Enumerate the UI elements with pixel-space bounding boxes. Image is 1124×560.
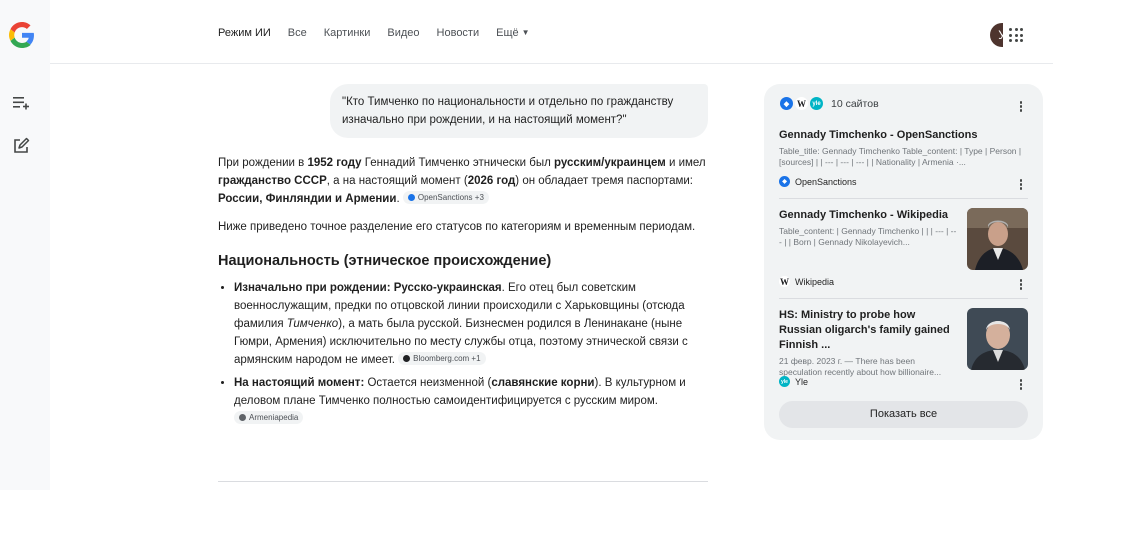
sources-count: 10 сайтов: [831, 97, 879, 110]
divider: [779, 198, 1028, 199]
opensanctions-icon: [407, 194, 415, 201]
tab-all[interactable]: Все: [288, 27, 307, 39]
bloomberg-icon: [403, 355, 411, 362]
answer-paragraph-2: Ниже приведено точное разделение его ста…: [218, 221, 696, 233]
more-options-icon[interactable]: [1019, 279, 1023, 291]
avatar-clip: У: [990, 20, 1003, 50]
source-thumbnail[interactable]: [967, 308, 1028, 370]
answer-paragraph-1: При рождении в 1952 году Геннадий Тимчен…: [218, 157, 706, 205]
source-card-wikipedia[interactable]: Gennady Timchenko - Wikipedia Table_cont…: [779, 208, 959, 248]
tab-ai-mode[interactable]: Режим ИИ: [218, 27, 271, 39]
top-bar: Режим ИИ Все Картинки Видео Новости Ещё ▼: [50, 0, 1053, 64]
source-title: Gennady Timchenko - Wikipedia: [779, 209, 949, 221]
caret-down-icon: ▼: [521, 28, 530, 37]
source-site-opensanctions[interactable]: ◆ OpenSanctions: [779, 176, 857, 187]
source-site-wikipedia[interactable]: W Wikipedia: [779, 276, 834, 287]
wikipedia-icon: W: [795, 97, 808, 110]
tab-video[interactable]: Видео: [387, 27, 419, 39]
wikipedia-icon: W: [779, 276, 790, 287]
armeniapedia-icon: [239, 414, 246, 421]
tab-more-label: Ещё: [496, 27, 519, 39]
apps-grid-icon[interactable]: [1009, 28, 1023, 42]
citation-chip-opensanctions[interactable]: OpenSanctions +3: [402, 191, 489, 204]
sources-panel: ◆ W yle 10 сайтов Gennady Timchenko - Op…: [764, 84, 1043, 440]
citation-chip-armeniapedia[interactable]: Armeniapedia: [234, 411, 304, 424]
ai-answer: При рождении в 1952 году Геннадий Тимчен…: [218, 154, 708, 433]
list-item: Изначально при рождении: Русско-украинск…: [234, 279, 708, 369]
tab-news[interactable]: Новости: [437, 27, 480, 39]
source-thumbnail[interactable]: [967, 208, 1028, 270]
citation-chip-bloomberg[interactable]: Bloomberg.com +1: [398, 352, 486, 365]
more-options-icon[interactable]: [1019, 179, 1023, 191]
tab-images[interactable]: Картинки: [324, 27, 371, 39]
yle-icon: yle: [810, 97, 823, 110]
section-heading: Национальность (этническое происхождение…: [218, 253, 552, 269]
edit-icon[interactable]: [12, 137, 30, 155]
left-rail: [0, 0, 50, 490]
history-list-icon[interactable]: [12, 94, 30, 112]
source-site-yle[interactable]: yle Yle: [779, 376, 808, 387]
source-card-yle[interactable]: HS: Ministry to probe how Russian oligar…: [779, 308, 959, 378]
opensanctions-icon: ◆: [779, 176, 790, 187]
search-tabs: Режим ИИ Все Картинки Видео Новости Ещё ▼: [218, 27, 547, 39]
more-options-icon[interactable]: [1019, 379, 1023, 391]
source-snippet: Table_title: Gennady Timchenko Table_con…: [779, 146, 1022, 167]
source-title: Gennady Timchenko - OpenSanctions: [779, 129, 978, 141]
divider: [779, 298, 1028, 299]
google-logo[interactable]: [9, 22, 35, 48]
source-snippet: 21 февр. 2023 г. — There has been specul…: [779, 356, 942, 377]
source-card-opensanctions[interactable]: Gennady Timchenko - OpenSanctions Table_…: [779, 128, 1028, 168]
tab-more[interactable]: Ещё ▼: [496, 27, 529, 39]
answer-bullet-list: Изначально при рождении: Русско-украинск…: [218, 279, 708, 428]
source-title: HS: Ministry to probe how Russian oligar…: [779, 309, 950, 351]
divider: [218, 481, 708, 482]
avatar[interactable]: У: [990, 23, 1003, 47]
user-query-bubble: "Кто Тимченко по национальности и отдель…: [330, 84, 708, 138]
show-all-button[interactable]: Показать все: [779, 401, 1028, 428]
opensanctions-icon: ◆: [780, 97, 793, 110]
more-options-icon[interactable]: [1019, 101, 1023, 113]
source-snippet: Table_content: | Gennady Timchenko | | |…: [779, 226, 957, 247]
list-item: На настоящий момент: Остается неизменной…: [234, 374, 708, 428]
yle-icon: yle: [779, 376, 790, 387]
sources-header[interactable]: ◆ W yle 10 сайтов: [780, 97, 879, 110]
